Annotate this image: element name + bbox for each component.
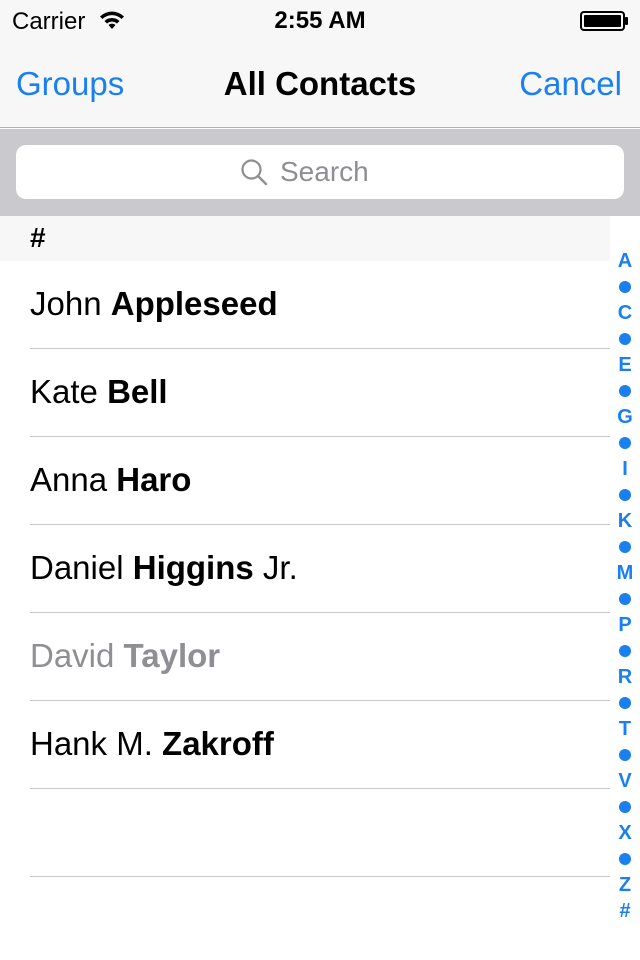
index-dot[interactable] [619, 333, 631, 345]
contact-last-name: Zakroff [162, 725, 274, 762]
contact-last-name: Taylor [123, 637, 221, 674]
index-dot[interactable] [619, 489, 631, 501]
contact-last-name: Higgins [132, 549, 254, 586]
index-dot[interactable] [619, 281, 631, 293]
empty-row [0, 789, 610, 877]
contact-last-name: Appleseed [110, 285, 278, 322]
contact-name: John Appleseed [30, 285, 278, 323]
index-letter[interactable]: M [610, 560, 640, 586]
index-dot[interactable] [619, 801, 631, 813]
index-letter[interactable]: R [610, 664, 640, 690]
contact-row[interactable]: John Appleseed [0, 261, 610, 349]
index-letter[interactable]: I [610, 456, 640, 482]
index-letter[interactable]: E [610, 352, 640, 378]
contact-name: David Taylor [30, 637, 220, 675]
contact-first-name: Daniel [30, 549, 124, 586]
contact-first-name: David [30, 637, 115, 674]
contact-list: John Appleseed Kate Bell Anna Haro Danie… [0, 261, 610, 877]
contact-suffix: Jr. [262, 549, 298, 586]
index-letter[interactable]: C [610, 300, 640, 326]
contact-row[interactable]: Anna Haro [0, 437, 610, 525]
contact-first-name: John [30, 285, 102, 322]
battery-icon [580, 11, 628, 31]
status-time: 2:55 AM [274, 7, 366, 34]
section-index-bar[interactable]: A C E G I K M P R T V X Z # [610, 248, 640, 928]
contact-name: Anna Haro [30, 461, 191, 499]
search-icon [241, 159, 268, 186]
contact-row[interactable]: Daniel Higgins Jr. [0, 525, 610, 613]
contact-first-name: Kate [30, 373, 98, 410]
contact-row[interactable]: Hank M. Zakroff [0, 701, 610, 789]
contact-row[interactable]: Kate Bell [0, 349, 610, 437]
contact-first-name: Anna [30, 461, 108, 498]
search-field[interactable] [16, 145, 624, 199]
index-letter[interactable]: T [610, 716, 640, 742]
section-title: # [30, 222, 46, 253]
index-dot[interactable] [619, 749, 631, 761]
cancel-button[interactable]: Cancel [519, 65, 622, 103]
index-letter[interactable]: K [610, 508, 640, 534]
contact-name: Hank M. Zakroff [30, 725, 274, 763]
index-letter[interactable]: # [610, 898, 640, 924]
index-dot[interactable] [619, 541, 631, 553]
groups-button[interactable]: Groups [16, 65, 124, 103]
index-dot[interactable] [619, 593, 631, 605]
contact-row[interactable]: David Taylor [0, 613, 610, 701]
index-dot[interactable] [619, 853, 631, 865]
index-letter[interactable]: G [610, 404, 640, 430]
navigation-bar: Groups All Contacts Cancel [0, 40, 640, 128]
contact-last-name: Haro [116, 461, 192, 498]
index-letter[interactable]: Z [610, 872, 640, 898]
contact-last-name: Bell [107, 373, 168, 410]
index-dot[interactable] [619, 697, 631, 709]
status-bar: Carrier 2:55 AM [0, 0, 640, 40]
contact-name: Daniel Higgins Jr. [30, 549, 298, 587]
index-dot[interactable] [619, 437, 631, 449]
index-letter[interactable]: X [610, 820, 640, 846]
index-dot[interactable] [619, 645, 631, 657]
contact-first-name: Hank M. [30, 725, 153, 762]
search-bar-area [0, 129, 640, 216]
index-dot[interactable] [619, 385, 631, 397]
index-letter[interactable]: A [610, 248, 640, 274]
section-header: # [0, 216, 610, 261]
contact-name: Kate Bell [30, 373, 168, 411]
search-input[interactable] [280, 156, 400, 188]
index-letter[interactable]: P [610, 612, 640, 638]
index-letter[interactable]: V [610, 768, 640, 794]
